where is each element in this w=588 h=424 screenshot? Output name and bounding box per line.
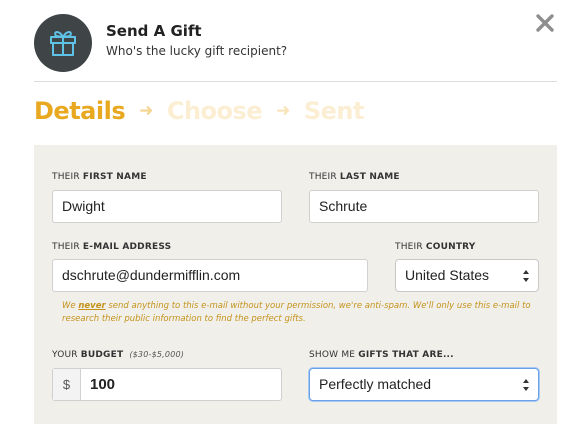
gift-type-label: SHOW ME GIFTS THAT ARE...: [309, 350, 454, 360]
country-label: THEIR COUNTRY: [395, 242, 476, 252]
step-arrow-icon: ➜: [139, 101, 153, 121]
last-name-label: THEIR LAST NAME: [309, 172, 400, 182]
step-indicator: Details ➜ Choose ➜ Sent: [34, 94, 364, 128]
step-sent: Sent: [303, 97, 365, 125]
gift-badge: [34, 14, 92, 72]
step-details: Details: [34, 97, 126, 125]
privacy-notice: We never send anything to this e-mail wi…: [62, 301, 531, 324]
last-name-field[interactable]: Schrute: [309, 190, 539, 223]
gift-icon: [50, 31, 76, 56]
budget-value: 100: [90, 376, 116, 393]
dialog-subtitle: Who's the lucky gift recipient?: [106, 44, 288, 58]
select-arrows-icon: [523, 379, 529, 391]
budget-field[interactable]: $ 100: [52, 368, 282, 401]
step-choose: Choose: [166, 97, 263, 125]
gift-type-value: Perfectly matched: [319, 376, 432, 392]
header-divider: [34, 81, 557, 82]
email-field[interactable]: dschrute@dundermifflin.com: [52, 259, 368, 292]
currency-prefix: $: [53, 369, 81, 400]
email-label: THEIR E-MAIL ADDRESS: [52, 242, 172, 252]
select-arrows-icon: [523, 270, 529, 282]
close-icon[interactable]: [534, 12, 556, 34]
dialog-title: Send A Gift: [106, 22, 202, 40]
step-arrow-icon: ➜: [276, 101, 290, 121]
budget-label: YOUR BUDGET ($30-$5,000): [52, 350, 185, 360]
gift-type-select[interactable]: Perfectly matched: [309, 368, 539, 401]
dialog-header: Send A Gift Who's the lucky gift recipie…: [34, 8, 557, 80]
first-name-field[interactable]: Dwight: [52, 190, 282, 223]
country-value: United States: [405, 267, 490, 283]
country-select[interactable]: United States: [395, 259, 539, 292]
first-name-label: THEIR FIRST NAME: [52, 172, 147, 182]
details-form: THEIR FIRST NAME Dwight THEIR LAST NAME …: [34, 145, 557, 424]
